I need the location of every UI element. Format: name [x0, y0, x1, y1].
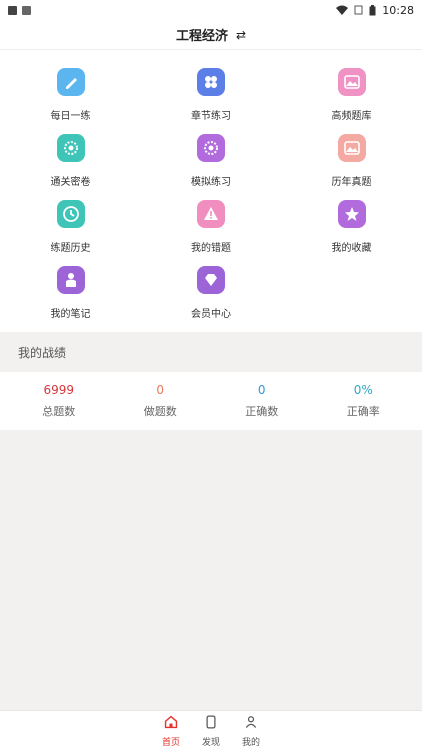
- tab-label: 首页: [161, 737, 180, 748]
- status-bar: 10:28: [0, 0, 422, 20]
- wifi-icon: [336, 5, 349, 15]
- tab-2[interactable]: 发现: [197, 711, 225, 750]
- notification-icon: [8, 5, 17, 15]
- star-icon: [337, 200, 366, 228]
- person-icon: [244, 714, 258, 733]
- status-right: 10:28: [336, 4, 414, 17]
- stat-label: 正确率: [346, 405, 380, 418]
- stat-item: 0 正确数: [211, 383, 313, 419]
- feature-label: 历年真题: [331, 177, 372, 188]
- page-title: 工程经济: [175, 29, 228, 44]
- clock-icon: [56, 200, 85, 228]
- status-left: [8, 5, 31, 15]
- title-bar[interactable]: 工程经济 ⇄: [0, 20, 422, 50]
- feature-label: 我的错题: [191, 243, 231, 254]
- gear-icon: [56, 134, 85, 162]
- feature-label: 通关密卷: [50, 177, 91, 188]
- feature-grid: 每日一练 章节练习 高频题库通关密卷 模拟练习 历年真题练题历史 我的错题 我的收藏我的笔记…: [0, 60, 422, 324]
- image-icon: [337, 68, 366, 96]
- stat-value: 0%: [353, 383, 373, 397]
- swap-icon[interactable]: ⇄: [236, 28, 246, 42]
- feature-9[interactable]: 我的收藏: [281, 192, 422, 258]
- grid-icon: [197, 68, 225, 96]
- diamond-icon: [197, 266, 225, 294]
- feature-label: 我的笔记: [50, 309, 91, 320]
- person-icon: [56, 266, 85, 294]
- stat-label: 做题数: [143, 405, 177, 418]
- tab-label: 发现: [201, 737, 220, 748]
- stat-value: 0: [257, 383, 266, 397]
- pencil-icon: [56, 68, 85, 96]
- feature-4[interactable]: 通关密卷: [0, 126, 141, 192]
- feature-7[interactable]: 练题历史: [0, 192, 141, 258]
- tab-label: 我的: [241, 737, 260, 748]
- stat-item: 6999 总题数: [8, 383, 110, 419]
- feature-3[interactable]: 高频题库: [281, 60, 422, 126]
- gear-icon: [197, 134, 225, 162]
- notification-icon: [22, 5, 31, 15]
- phone-icon: [204, 714, 218, 733]
- stat-item: 0% 正确率: [313, 383, 415, 419]
- feature-5[interactable]: 模拟练习: [141, 126, 281, 192]
- stats-section-title: 我的战绩: [0, 332, 422, 372]
- feature-8[interactable]: 我的错题: [141, 192, 281, 258]
- sim-icon: [354, 5, 363, 15]
- stat-value: 0: [156, 383, 165, 397]
- feature-1[interactable]: 每日一练: [0, 60, 141, 126]
- feature-label: 练题历史: [50, 243, 91, 254]
- status-time: 10:28: [382, 3, 414, 17]
- tab-3[interactable]: 我的: [237, 711, 265, 750]
- bottom-tab-bar: 首页 发现 我的: [0, 710, 422, 750]
- stat-label: 正确数: [245, 405, 279, 418]
- feature-6[interactable]: 历年真题: [281, 126, 422, 192]
- feature-label: 我的收藏: [331, 243, 372, 254]
- tab-1[interactable]: 首页: [157, 711, 185, 750]
- warning-icon: [197, 200, 225, 228]
- feature-label: 模拟练习: [191, 177, 231, 188]
- feature-label: 会员中心: [191, 309, 231, 320]
- feature-10[interactable]: 我的笔记: [0, 258, 141, 324]
- image-icon: [337, 134, 366, 162]
- home-icon: [164, 714, 178, 733]
- stat-label: 总题数: [42, 405, 76, 418]
- stats-panel: 6999 总题数 0 做题数 0 正确数 0% 正确率: [0, 372, 422, 430]
- battery-icon: [369, 4, 376, 15]
- feature-2[interactable]: 章节练习: [141, 60, 281, 126]
- feature-label: 每日一练: [50, 111, 91, 122]
- feature-label: 高频题库: [331, 111, 372, 122]
- stat-value: 6999: [43, 383, 75, 397]
- feature-11[interactable]: 会员中心: [141, 258, 281, 324]
- feature-label: 章节练习: [191, 111, 231, 122]
- stat-item: 0 做题数: [110, 383, 212, 419]
- feature-grid-panel: 每日一练 章节练习 高频题库通关密卷 模拟练习 历年真题练题历史 我的错题 我的收藏我的笔记…: [0, 50, 422, 332]
